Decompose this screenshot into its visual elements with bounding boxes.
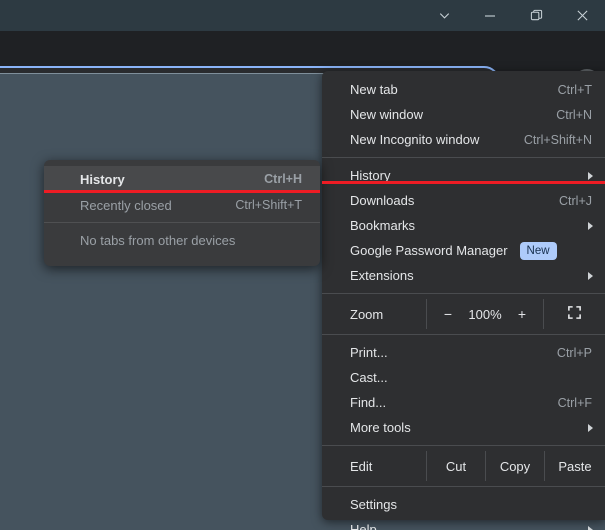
menu-item-label: New window xyxy=(350,107,423,122)
minimize-button[interactable] xyxy=(467,0,513,31)
red-underline-menu-history xyxy=(322,181,605,184)
submenu-item-no-tabs-from-other-devices: No tabs from other devices xyxy=(44,227,320,253)
menu-separator xyxy=(322,445,605,446)
menu-item-cast[interactable]: Cast... xyxy=(322,365,605,390)
menu-item-label: Find... xyxy=(350,395,387,410)
menu-item-label: Cast... xyxy=(350,370,388,385)
submenu-item-label: History xyxy=(80,171,125,187)
fullscreen-icon xyxy=(567,305,582,323)
menu-item-label: Downloads xyxy=(350,193,415,208)
chevron-right-icon xyxy=(588,271,593,280)
edit-label: Edit xyxy=(350,458,373,474)
menu-item-extensions[interactable]: Extensions xyxy=(322,263,605,288)
menu-item-label: New tab xyxy=(350,82,398,97)
close-button[interactable] xyxy=(559,0,605,31)
menu-item-label: More tools xyxy=(350,420,411,435)
submenu-item-recently-closed[interactable]: Recently closed Ctrl+Shift+T xyxy=(44,192,320,218)
menu-separator xyxy=(322,334,605,335)
fullscreen-button[interactable] xyxy=(543,299,605,329)
menu-row-zoom: Zoom − 100% + xyxy=(322,299,605,329)
copy-button[interactable]: Copy xyxy=(485,451,544,481)
menu-item-accelerator: Ctrl+N xyxy=(556,107,592,122)
menu-row-edit: Edit Cut Copy Paste xyxy=(322,451,605,481)
menu-item-accelerator: Ctrl+F xyxy=(557,395,592,410)
menu-item-accelerator: Ctrl+P xyxy=(556,345,592,360)
chevron-right-icon xyxy=(588,423,593,432)
zoom-label: Zoom xyxy=(350,306,384,322)
chevron-right-icon xyxy=(588,221,593,230)
menu-item-label: Help xyxy=(350,522,377,530)
menu-item-bookmarks[interactable]: Bookmarks xyxy=(322,213,605,238)
browser-window: New tab Ctrl+T New window Ctrl+N New Inc… xyxy=(0,0,605,530)
menu-separator xyxy=(322,157,605,158)
menu-item-history[interactable]: History xyxy=(322,163,605,188)
maximize-button[interactable] xyxy=(513,0,559,31)
menu-item-label: New Incognito window xyxy=(350,132,480,147)
cut-button[interactable]: Cut xyxy=(426,451,485,481)
menu-item-accelerator: Ctrl+J xyxy=(559,193,592,208)
zoom-controls: − 100% + xyxy=(426,299,543,329)
submenu-item-label: Recently closed xyxy=(80,197,172,213)
menu-item-new-incognito-window[interactable]: New Incognito window Ctrl+Shift+N xyxy=(322,127,605,152)
menu-item-find[interactable]: Find... Ctrl+F xyxy=(322,390,605,415)
menu-separator xyxy=(322,293,605,294)
zoom-in-button[interactable]: + xyxy=(515,306,529,322)
zoom-out-button[interactable]: − xyxy=(441,306,455,322)
paste-button[interactable]: Paste xyxy=(544,451,605,481)
tab-search-button[interactable] xyxy=(421,0,467,31)
menu-item-accelerator: Ctrl+Shift+N xyxy=(523,132,592,147)
menu-item-accelerator: Ctrl+T xyxy=(557,82,592,97)
submenu-item-accelerator: Ctrl+H xyxy=(264,172,302,186)
title-bar xyxy=(0,0,605,31)
history-submenu: History Ctrl+H Recently closed Ctrl+Shif… xyxy=(44,160,320,266)
submenu-item-label: No tabs from other devices xyxy=(80,232,236,248)
menu-item-downloads[interactable]: Downloads Ctrl+J xyxy=(322,188,605,213)
menu-item-new-window[interactable]: New window Ctrl+N xyxy=(322,102,605,127)
chevron-right-icon xyxy=(588,171,593,180)
menu-item-label: Print... xyxy=(350,345,388,360)
menu-item-label: Settings xyxy=(350,497,397,512)
chrome-main-menu: New tab Ctrl+T New window Ctrl+N New Inc… xyxy=(322,71,605,530)
window-controls xyxy=(421,0,605,31)
menu-item-new-tab[interactable]: New tab Ctrl+T xyxy=(322,77,605,102)
menu-item-print[interactable]: Print... Ctrl+P xyxy=(322,340,605,365)
menu-item-label: Extensions xyxy=(350,268,414,283)
new-badge: New xyxy=(519,241,557,260)
submenu-item-history[interactable]: History Ctrl+H xyxy=(44,166,320,192)
menu-item-label: Bookmarks xyxy=(350,218,416,233)
menu-item-help[interactable]: Help xyxy=(322,517,605,530)
browser-toolbar xyxy=(0,31,605,98)
menu-item-google-password-manager[interactable]: Google Password Manager New xyxy=(322,238,605,263)
menu-item-label: Google Password Manager xyxy=(350,243,508,258)
chevron-right-icon xyxy=(588,525,593,530)
menu-item-more-tools[interactable]: More tools xyxy=(322,415,605,440)
menu-item-settings[interactable]: Settings xyxy=(322,492,605,517)
menu-separator xyxy=(322,486,605,487)
red-underline-submenu-history xyxy=(44,190,320,193)
submenu-item-accelerator: Ctrl+Shift+T xyxy=(235,198,302,212)
zoom-level-value: 100% xyxy=(468,306,502,322)
submenu-separator xyxy=(44,222,320,223)
